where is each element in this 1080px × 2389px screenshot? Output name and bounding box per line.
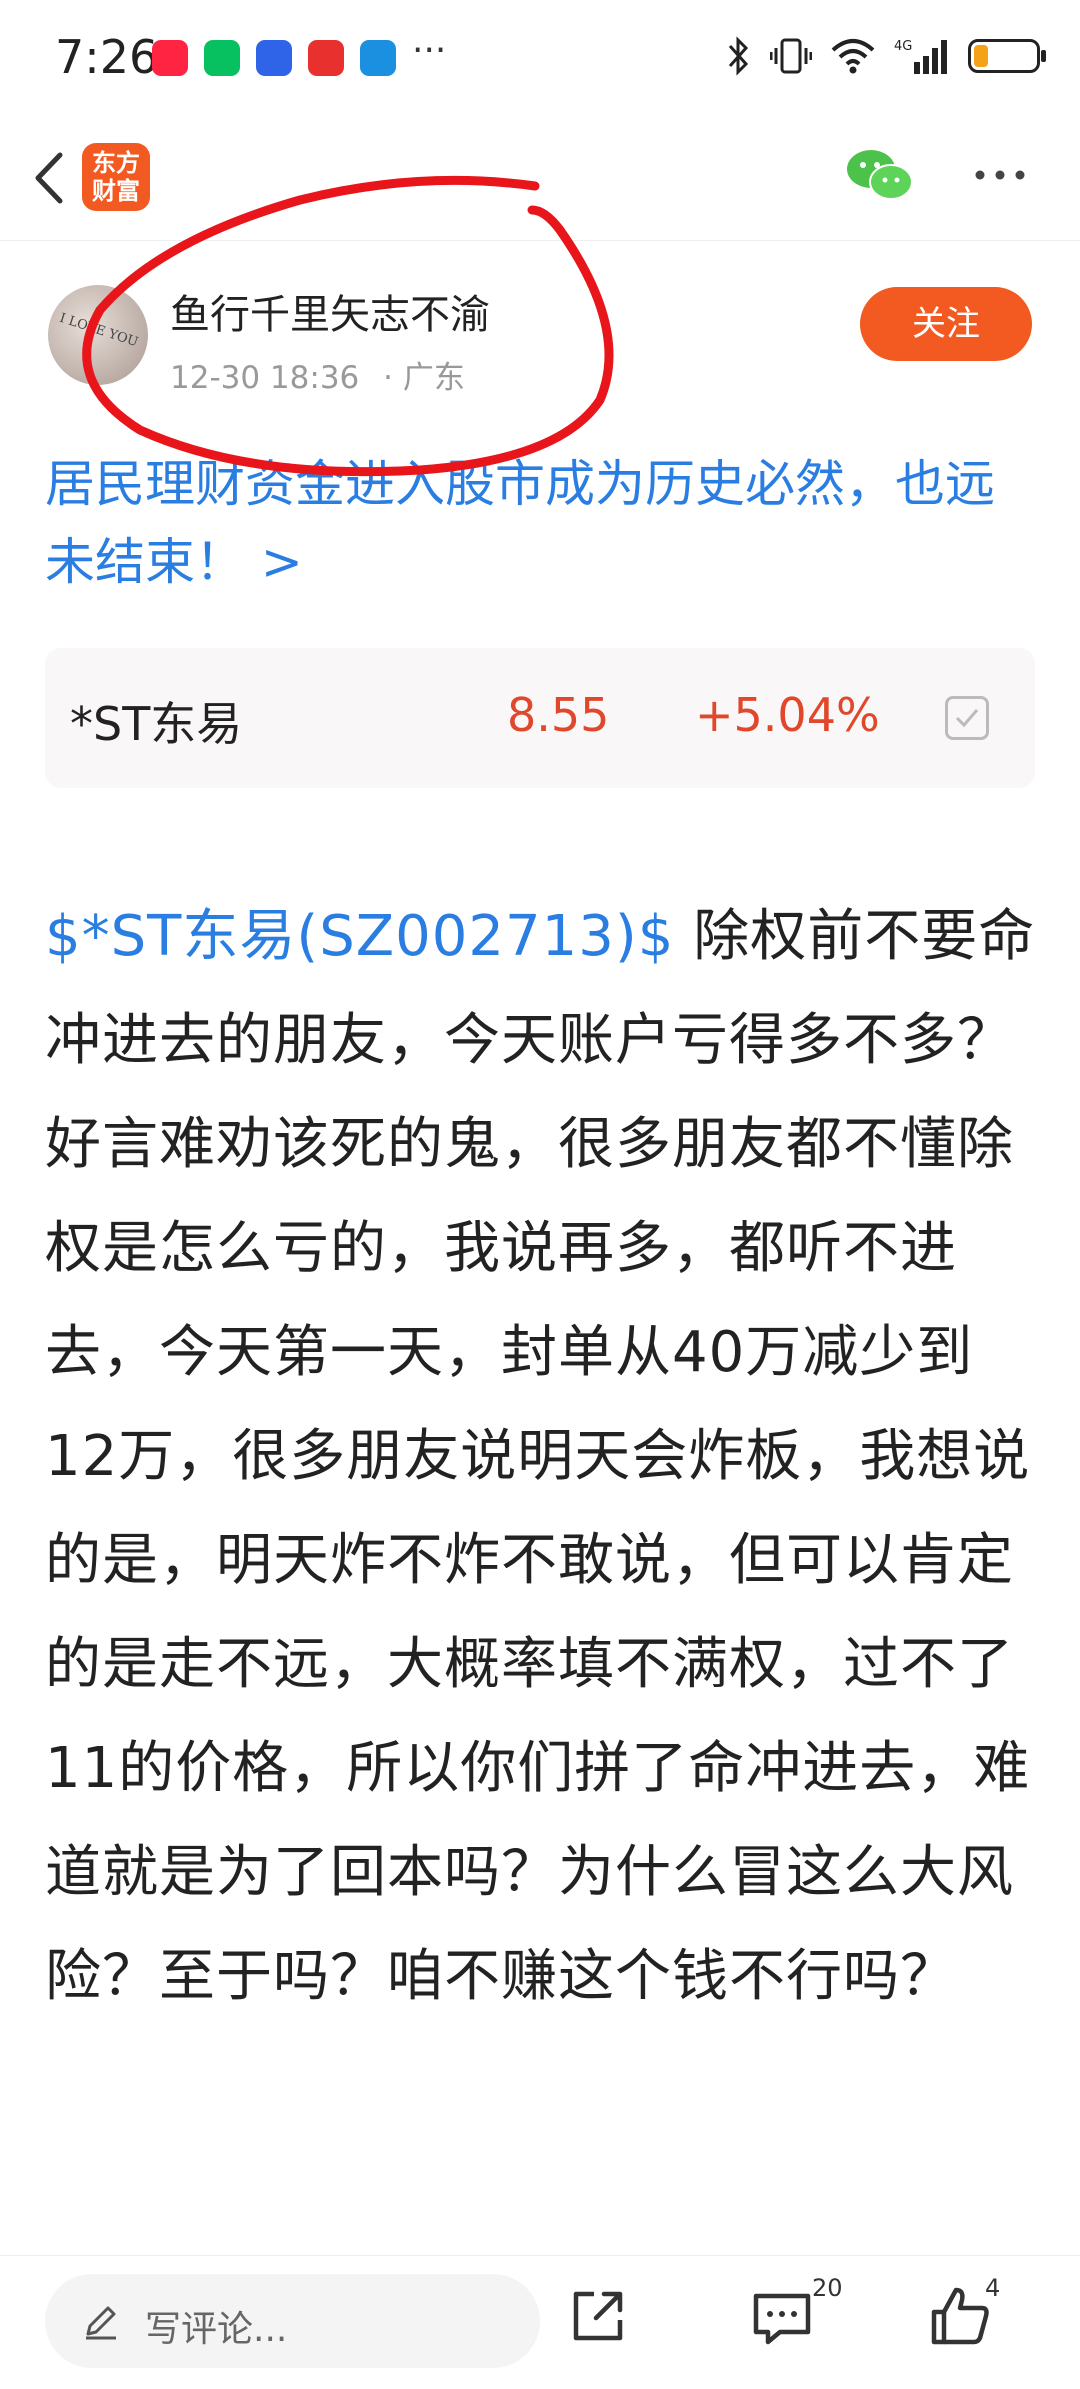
comment-placeholder: 写评论... — [145, 2309, 288, 2350]
signal-icon: 4G — [894, 39, 947, 74]
bottom-action-bar: 写评论... 20 4 — [0, 2255, 1080, 2389]
comment-count: 20 — [812, 2274, 843, 2302]
svg-text:4G: 4G — [894, 39, 912, 54]
logo-line-2: 财富 — [92, 177, 140, 205]
post-content: $*ST东易(SZ002713)$ 除权前不要命冲进去的朋友，今天账户亏得多不多… — [45, 885, 1045, 2029]
battery-icon — [968, 39, 1046, 73]
app-icon-red — [308, 40, 344, 76]
related-headline-link[interactable]: 居民理财资金进入股市成为历史必然，也远未结束！ > — [45, 445, 1040, 601]
author-name[interactable]: 鱼行千里矢志不渝 — [170, 282, 490, 340]
check-icon — [955, 709, 979, 728]
share-icon[interactable] — [568, 2286, 628, 2346]
post-time: 12-30 18:36 — [170, 360, 360, 396]
post-location: · 广东 — [383, 360, 465, 396]
status-more-indicator: ··· — [412, 30, 447, 71]
comment-icon[interactable] — [750, 2288, 814, 2348]
wechat-share-icon[interactable] — [845, 145, 915, 205]
wifi-icon — [831, 39, 875, 74]
follow-button[interactable]: 关注 — [860, 287, 1032, 361]
back-arrow-icon[interactable] — [22, 143, 82, 213]
status-time: 7:26 — [55, 30, 159, 84]
bluetooth-icon — [728, 36, 749, 76]
more-options-icon[interactable] — [970, 160, 1030, 190]
stock-change: +5.04% — [695, 688, 880, 742]
comment-input[interactable]: 写评论... — [45, 2274, 540, 2368]
eastmoney-logo[interactable]: 东方 财富 — [82, 143, 150, 211]
stock-name: *ST东易 — [70, 697, 243, 751]
stock-tag-link[interactable]: $*ST东易(SZ002713)$ — [45, 904, 674, 969]
vibrate-icon — [770, 38, 812, 74]
status-indicators: 4G — [726, 32, 1046, 80]
stock-price: 8.55 — [507, 688, 610, 742]
thumbs-up-icon[interactable] — [928, 2284, 992, 2348]
pen-icon — [86, 2306, 116, 2340]
nav-bar: 东方 财富 — [0, 115, 1080, 241]
post-meta: 12-30 18:36 · 广东 — [170, 352, 465, 397]
app-icon-blue — [256, 40, 292, 76]
stock-quote-card[interactable]: *ST东易 8.55 +5.04% — [45, 648, 1035, 788]
avatar-text: I LOVE YOU — [57, 310, 140, 351]
add-watchlist-checkbox-icon[interactable] — [945, 696, 989, 740]
avatar[interactable]: I LOVE YOU — [48, 285, 148, 385]
post-body-text: 除权前不要命冲进去的朋友，今天账户亏得多不多？好言难劝该死的鬼，很多朋友都不懂除… — [45, 904, 1036, 2009]
app-icon-teal — [360, 40, 396, 76]
logo-line-1: 东方 — [92, 149, 140, 177]
like-count: 4 — [985, 2274, 1001, 2302]
xiaohongshu-icon — [152, 40, 188, 76]
wechat-app-icon — [204, 40, 240, 76]
status-bar: 7:26 ··· 4G — [0, 0, 1080, 115]
